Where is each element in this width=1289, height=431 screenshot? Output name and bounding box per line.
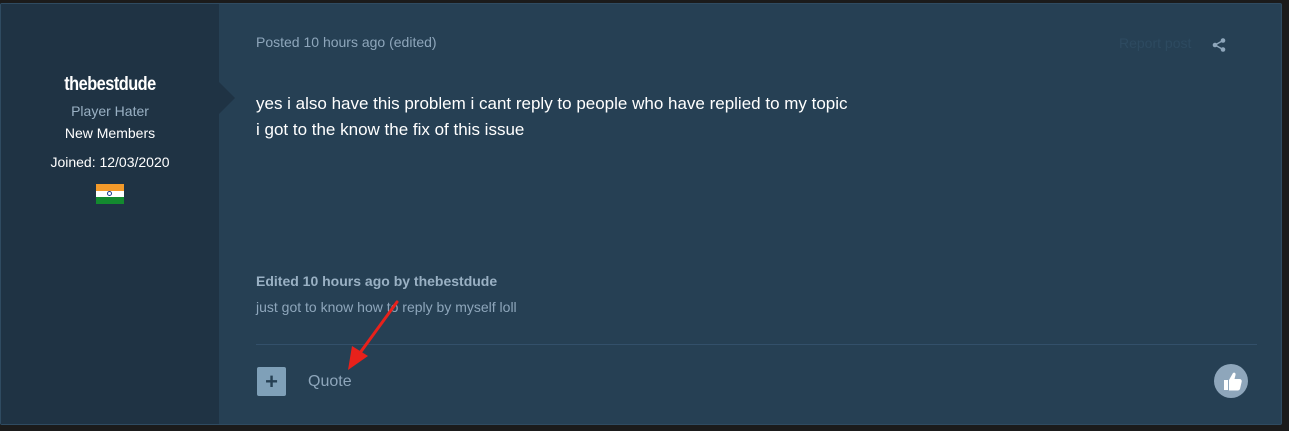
- forum-post: thebestdude Player Hater New Members Joi…: [0, 3, 1282, 425]
- author-panel: thebestdude Player Hater New Members Joi…: [1, 4, 235, 424]
- post-content: yes i also have this problem i cant repl…: [256, 91, 848, 143]
- india-flag-icon: [96, 184, 124, 205]
- edited-by-note: Edited 10 hours ago by thebestdude: [256, 273, 498, 289]
- author-username[interactable]: thebestdude: [16, 74, 203, 96]
- thumbs-up-icon[interactable]: [1214, 364, 1248, 398]
- author-rank: Player Hater: [71, 103, 149, 119]
- footer-divider: [256, 344, 1257, 345]
- edit-reason: just got to know how to reply by myself …: [256, 299, 517, 315]
- share-icon[interactable]: [1211, 37, 1227, 53]
- post-meta: Posted 10 hours ago (edited): [256, 34, 437, 50]
- author-group: New Members: [64, 125, 156, 141]
- quote-button[interactable]: Quote: [308, 373, 352, 391]
- post-content-line: i got to the know the fix of this issue: [256, 120, 525, 139]
- report-post-link[interactable]: Report post: [1119, 35, 1191, 51]
- post-content-line: yes i also have this problem i cant repl…: [256, 94, 848, 113]
- multiquote-button[interactable]: +: [257, 367, 286, 396]
- author-joined-date: Joined: 12/03/2020: [50, 154, 170, 170]
